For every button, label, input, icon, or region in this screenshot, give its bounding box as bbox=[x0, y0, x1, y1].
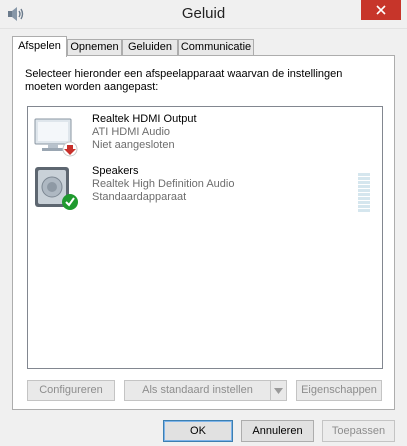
close-button[interactable] bbox=[361, 0, 401, 20]
title-bar: Geluid bbox=[0, 0, 407, 29]
tab-panel-afspelen: Selecteer hieronder een afspeelapparaat … bbox=[12, 55, 395, 410]
device-text-hdmi: Realtek HDMI Output ATI HDMI Audio Niet … bbox=[92, 113, 197, 152]
close-icon bbox=[376, 5, 386, 15]
ok-button[interactable]: OK bbox=[163, 420, 233, 442]
tab-communicatie[interactable]: Communicatie bbox=[178, 39, 254, 56]
chevron-down-icon bbox=[274, 388, 283, 394]
tab-afspelen[interactable]: Afspelen bbox=[12, 36, 67, 57]
device-status: Niet aangesloten bbox=[92, 139, 175, 151]
configure-button[interactable]: Configureren bbox=[27, 380, 115, 401]
set-default-button[interactable]: Als standaard instellen bbox=[124, 380, 271, 401]
device-status: Standaardapparaat bbox=[92, 191, 187, 203]
properties-button[interactable]: Eigenschappen bbox=[296, 380, 382, 401]
device-text-speakers: Speakers Realtek High Definition Audio S… bbox=[92, 165, 234, 204]
window-title: Geluid bbox=[181, 5, 226, 22]
device-row-hdmi[interactable]: Realtek HDMI Output ATI HDMI Audio Niet … bbox=[28, 111, 382, 161]
tab-geluiden[interactable]: Geluiden bbox=[122, 39, 178, 56]
device-name: Realtek HDMI Output bbox=[92, 113, 197, 125]
apply-button[interactable]: Toepassen bbox=[322, 420, 395, 442]
cancel-button[interactable]: Annuleren bbox=[241, 420, 314, 442]
volume-meter bbox=[358, 173, 370, 215]
device-name: Speakers bbox=[92, 165, 139, 177]
device-driver: Realtek High Definition Audio bbox=[92, 178, 235, 190]
instructions-text: Selecteer hieronder een afspeelapparaat … bbox=[25, 68, 343, 93]
speaker-icon bbox=[35, 167, 78, 210]
monitor-speaker-icon bbox=[34, 118, 78, 157]
device-row-speakers[interactable]: Speakers Realtek High Definition Audio S… bbox=[28, 163, 382, 217]
device-driver: ATI HDMI Audio bbox=[92, 126, 171, 138]
device-list[interactable]: Realtek HDMI Output ATI HDMI Audio Niet … bbox=[27, 106, 383, 369]
tab-opnemen[interactable]: Opnemen bbox=[67, 39, 122, 56]
set-default-dropdown-button[interactable] bbox=[270, 380, 287, 401]
